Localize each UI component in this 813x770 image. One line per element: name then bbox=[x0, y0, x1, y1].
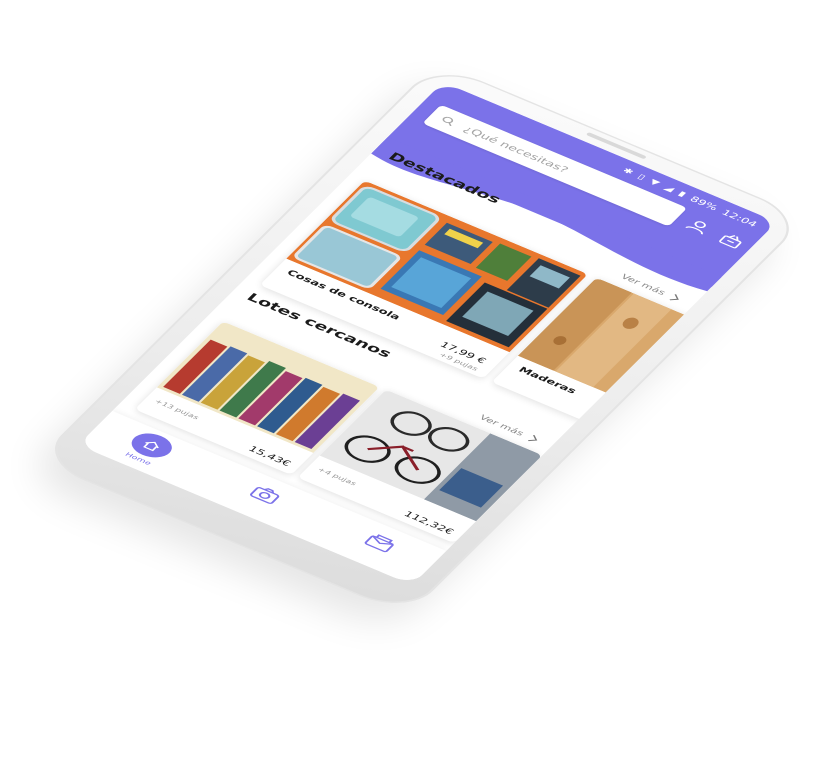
lot-price: 112,32€ bbox=[401, 509, 457, 537]
wifi-icon: ▼ bbox=[647, 177, 662, 188]
vibrate-icon: ▯ bbox=[635, 172, 648, 182]
camera-icon bbox=[250, 487, 280, 504]
home-icon bbox=[143, 441, 159, 452]
chevron-right-icon bbox=[669, 294, 679, 301]
bluetooth-icon: ✱ bbox=[620, 166, 636, 177]
basket-icon bbox=[719, 235, 742, 249]
battery-icon: ▮ bbox=[676, 189, 689, 199]
lot-price: 15,43€ bbox=[245, 444, 294, 469]
battery-level: 89% bbox=[687, 194, 721, 213]
chevron-right-icon bbox=[527, 434, 537, 441]
search-icon bbox=[442, 116, 454, 126]
status-bar: ✱ ▯ ▼ ◢ ▮ 89% 12:04 bbox=[430, 85, 774, 235]
phone-mockup: ✱ ▯ ▼ ◢ ▮ 89% 12:04 ¿Qué necesitas? Dest… bbox=[35, 62, 808, 616]
box-icon bbox=[364, 534, 394, 553]
basket-button[interactable] bbox=[709, 227, 754, 255]
signal-icon: ◢ bbox=[661, 183, 677, 194]
user-icon bbox=[685, 221, 706, 235]
